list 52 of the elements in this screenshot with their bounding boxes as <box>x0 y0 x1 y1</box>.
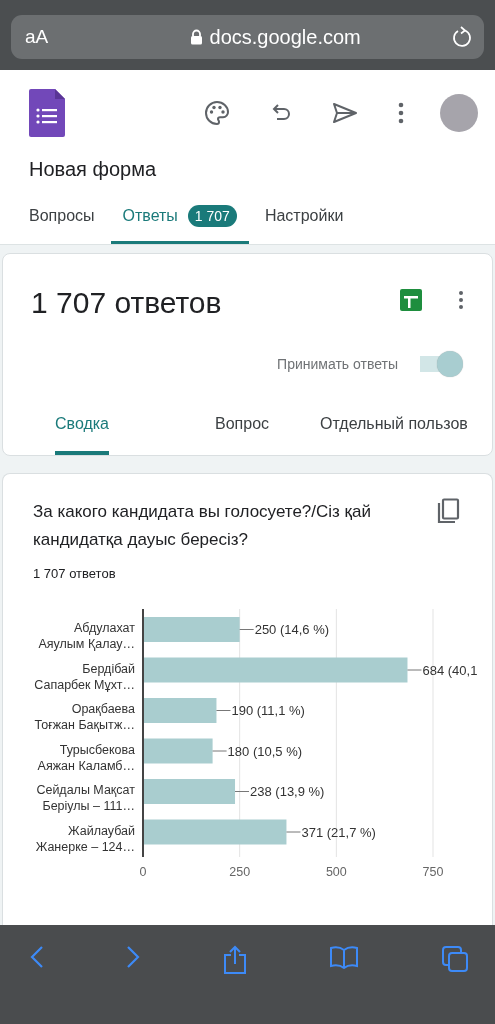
leader-line <box>407 669 422 671</box>
response-count: 1 707 ответов <box>31 286 223 320</box>
more-icon[interactable] <box>398 102 404 124</box>
category-label: Абдулахат Аяулым Қалау… <box>37 620 135 654</box>
tabs-icon[interactable] <box>441 945 469 973</box>
question-title: За какого кандидата вы голосуете?/Сіз қай кандидатқа дауыс бересіз? <box>33 501 372 551</box>
category-label: Жайлаубай Жанерке – 124… <box>34 822 135 856</box>
tab[interactable]: Настройки <box>264 201 344 244</box>
form-title: Новая форма <box>29 158 158 181</box>
forward-icon[interactable] <box>126 945 141 969</box>
send-icon[interactable] <box>332 102 358 124</box>
tick-label: 500 <box>325 865 347 879</box>
url-text: docs.google.com <box>209 25 361 49</box>
text-size-button[interactable]: aA <box>25 26 49 48</box>
palette-icon[interactable] <box>204 100 230 126</box>
leader-line <box>239 629 255 630</box>
leader-line <box>234 791 250 792</box>
reload-icon[interactable] <box>452 26 472 48</box>
tick-label: 750 <box>422 865 444 879</box>
value-label: 684 (40,1 <box>422 662 478 678</box>
undo-icon[interactable] <box>270 103 292 123</box>
more-icon[interactable] <box>458 290 464 310</box>
value-label: 238 (13,9 %) <box>250 784 325 799</box>
tab[interactable]: Вопрос <box>215 415 270 455</box>
address-bar[interactable]: aA docs.google.com <box>11 15 484 59</box>
category-label: Бердібай Сапарбек Мұхт… <box>33 660 135 694</box>
value-label: 180 (10,5 %) <box>227 743 303 759</box>
copy-icon[interactable] <box>436 498 460 524</box>
tab[interactable]: Вопросы <box>29 201 95 244</box>
accepting-label: Принимать ответы <box>277 356 398 372</box>
spreadsheet-icon[interactable] <box>400 289 422 311</box>
tab[interactable]: Сводка <box>55 415 109 455</box>
back-icon[interactable] <box>30 945 44 969</box>
leader-line <box>212 750 228 752</box>
tick-label: 250 <box>229 865 251 879</box>
bar <box>143 738 213 764</box>
forms-logo-icon[interactable] <box>29 89 65 137</box>
response-count: 1 707 ответов <box>33 566 117 581</box>
lock-icon <box>189 29 203 45</box>
book-icon[interactable] <box>328 945 359 969</box>
share-icon[interactable] <box>222 945 247 975</box>
category-label: Турысбекова Аяжан Каламб… <box>36 741 135 775</box>
category-label: Орақбаева Тоғжан Бақытж… <box>33 701 135 735</box>
tab[interactable]: Отдельный пользов <box>320 415 468 455</box>
value-label: 371 (21,7 %) <box>301 824 376 840</box>
tick-label: 0 <box>139 865 147 879</box>
category-label: Сейдалы Мақсат Берiулы – 111… <box>35 782 135 816</box>
value-label: 250 (14,6 %) <box>254 622 330 637</box>
leader-line <box>215 710 231 711</box>
leader-line <box>285 831 301 833</box>
value-label: 190 (11,1 %) <box>231 703 305 718</box>
count-badge: 1 707 <box>187 205 237 227</box>
